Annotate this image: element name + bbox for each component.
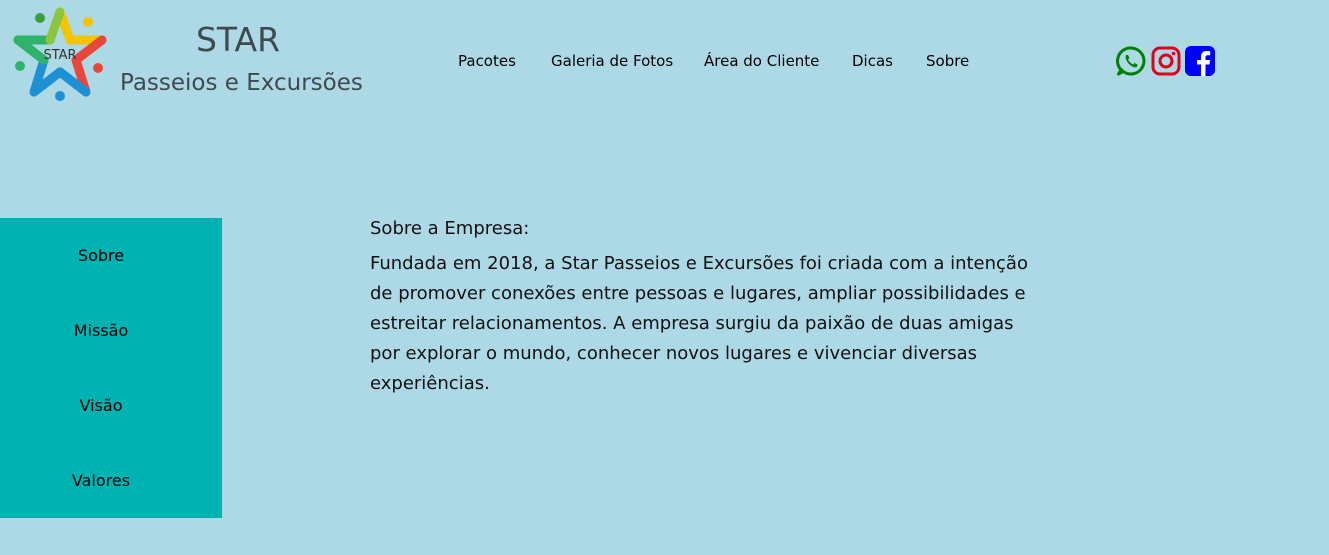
logo-text: STAR (43, 48, 76, 63)
nav-item-galeria-de-fotos[interactable]: Galeria de Fotos (551, 52, 673, 70)
sidebar-item-valores[interactable]: Valores (0, 471, 202, 490)
main-content: Sobre a Empresa: Fundada em 2018, a Star… (370, 217, 1040, 399)
nav-item-area-do-cliente[interactable]: Área do Cliente (704, 52, 819, 70)
sidebar-item-sobre[interactable]: Sobre (0, 246, 202, 265)
nav-item-pacotes[interactable]: Pacotes (458, 52, 516, 70)
facebook-icon[interactable] (1184, 45, 1216, 77)
sidebar-item-visao[interactable]: Visão (0, 396, 202, 415)
brand-title: STAR (195, 20, 281, 59)
nav-item-sobre[interactable]: Sobre (926, 52, 969, 70)
nav-item-dicas[interactable]: Dicas (852, 52, 893, 70)
sidebar-item-missao[interactable]: Missão (0, 321, 202, 340)
content-paragraph: Fundada em 2018, a Star Passeios e Excur… (370, 253, 1028, 394)
star-logo-icon: STAR (13, 7, 107, 101)
sidebar: Sobre Missão Visão Valores (0, 218, 222, 518)
whatsapp-icon[interactable] (1115, 45, 1147, 77)
instagram-icon[interactable] (1150, 45, 1182, 77)
brand-subtitle: Passeios e Excursões (120, 70, 363, 96)
content-heading: Sobre a Empresa: (370, 218, 530, 239)
logo[interactable]: STAR (12, 6, 108, 102)
